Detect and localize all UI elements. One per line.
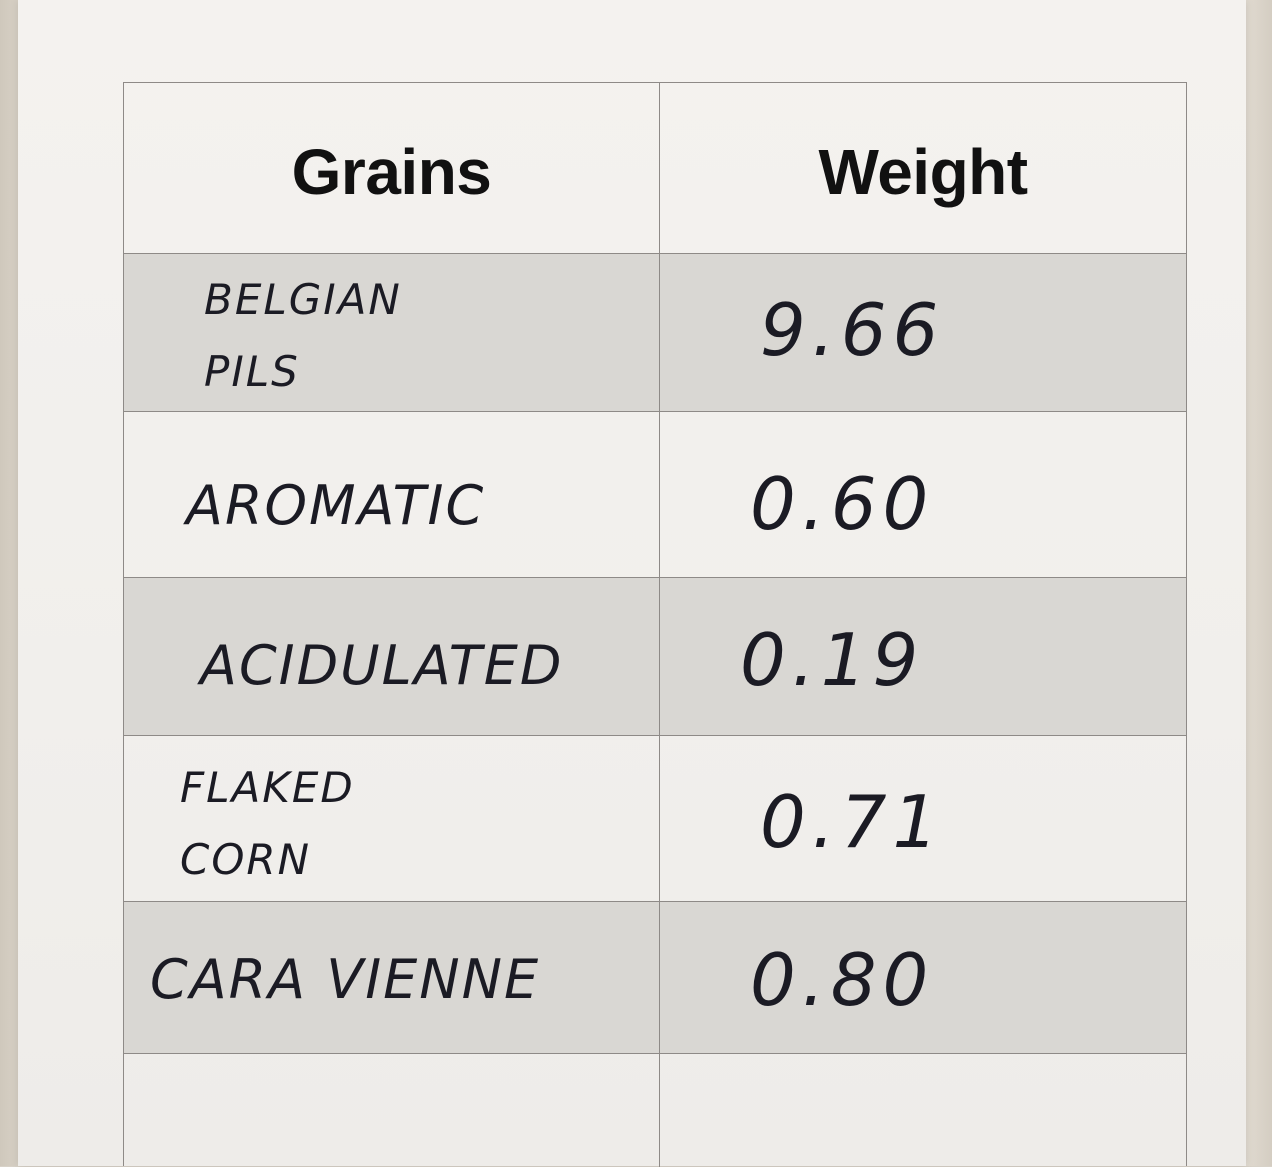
grain-weight: 0.71 xyxy=(760,780,945,864)
weight-cell: 0.80 xyxy=(660,902,1186,1053)
paper-sheet: Grains Weight BELGIAN PILS 9.66 AROMATIC… xyxy=(18,0,1246,1167)
grain-name: CARA VIENNE xyxy=(150,948,541,1011)
header-cell-weight: Weight xyxy=(660,83,1186,253)
grain-name: FLAKED CORN xyxy=(180,763,355,884)
weight-cell: 0.19 xyxy=(660,578,1186,735)
header-cell-grains: Grains xyxy=(124,83,660,253)
grain-name: BELGIAN PILS xyxy=(204,275,402,396)
grain-cell: BELGIAN PILS xyxy=(124,254,660,411)
grain-cell: FLAKED CORN xyxy=(124,736,660,901)
weight-cell xyxy=(660,1054,1186,1167)
weight-cell: 0.60 xyxy=(660,412,1186,577)
table-row: ACIDULATED 0.19 xyxy=(124,577,1186,735)
table-header-row: Grains Weight xyxy=(124,83,1186,253)
grain-name: ACIDULATED xyxy=(200,634,564,697)
grains-header: Grains xyxy=(291,136,492,208)
grain-bill-table: Grains Weight BELGIAN PILS 9.66 AROMATIC… xyxy=(123,82,1187,1167)
grain-name: AROMATIC xyxy=(186,474,486,537)
grain-cell: ACIDULATED xyxy=(124,578,660,735)
weight-cell: 0.71 xyxy=(660,736,1186,901)
grain-weight: 0.80 xyxy=(750,938,935,1022)
grain-weight: 9.66 xyxy=(760,288,945,372)
table-row: BELGIAN PILS 9.66 xyxy=(124,253,1186,411)
table-row: AROMATIC 0.60 xyxy=(124,411,1186,577)
table-row: FLAKED CORN 0.71 xyxy=(124,735,1186,901)
grain-cell: CARA VIENNE xyxy=(124,902,660,1053)
grain-weight: 0.60 xyxy=(750,462,935,546)
grain-cell: AROMATIC xyxy=(124,412,660,577)
weight-header: Weight xyxy=(818,136,1028,208)
grain-cell xyxy=(124,1054,660,1167)
grain-weight: 0.19 xyxy=(740,618,925,702)
table-row xyxy=(124,1053,1186,1167)
weight-cell: 9.66 xyxy=(660,254,1186,411)
table-row: CARA VIENNE 0.80 xyxy=(124,901,1186,1053)
